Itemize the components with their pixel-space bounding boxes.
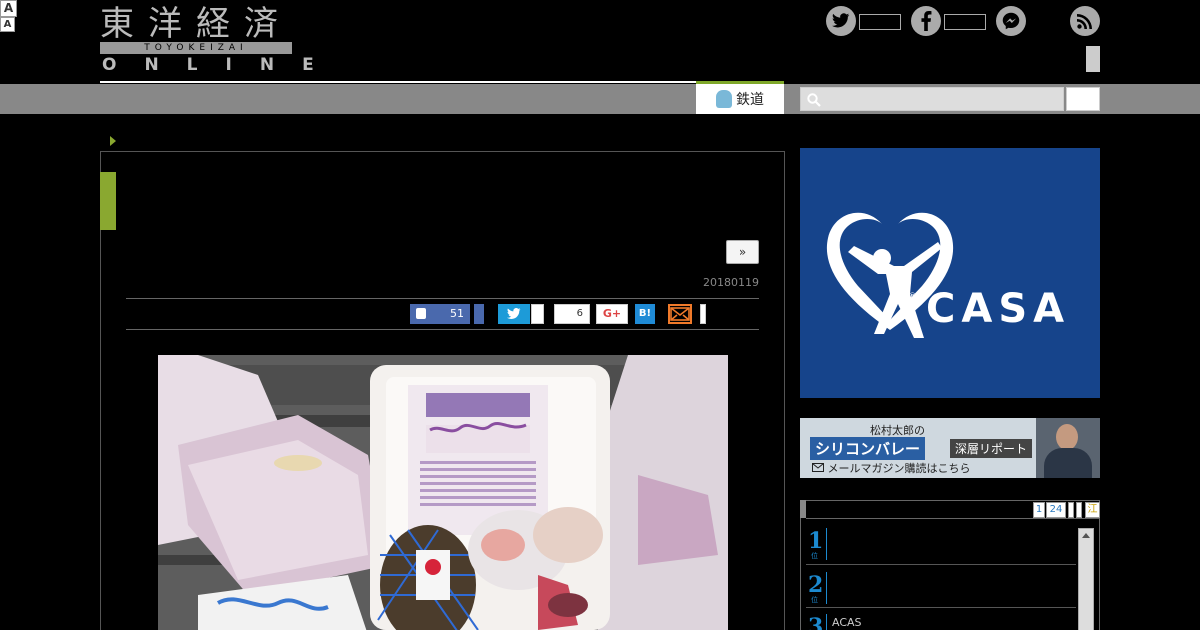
logo-romaji: TOYOKEIZAI xyxy=(100,42,292,54)
railway-icon xyxy=(716,90,732,108)
nav-tab-railway[interactable]: 鉄道 xyxy=(696,81,784,114)
title-accent xyxy=(100,172,116,230)
search-input[interactable] xyxy=(800,87,1064,111)
rank-unit-2: 位 xyxy=(811,596,818,604)
share-count: 6 xyxy=(554,304,590,324)
facebook-like-button[interactable]: 51 xyxy=(410,304,470,324)
page: 東洋経済 TOYOKEIZAI ONLINE 鉄道 » 20180119 51 xyxy=(0,0,1200,630)
google-plus-button[interactable]: G+ xyxy=(596,304,628,324)
twitter-count xyxy=(859,14,901,30)
envelope-icon xyxy=(812,463,824,472)
ad-sv-cta-text: メールマガジン購読はこちら xyxy=(827,462,971,475)
ad-sv-subtitle: 深層リポート xyxy=(950,439,1033,458)
site-logo[interactable]: 東洋経済 TOYOKEIZAI ONLINE xyxy=(100,4,314,75)
ranking-header-rule xyxy=(806,518,1100,519)
ad-sv-author: 松村太郎の xyxy=(870,424,925,437)
ranking-tab-end[interactable]: 江 xyxy=(1085,502,1100,518)
share-rule-top xyxy=(126,298,759,299)
ad-casa-registered: ® xyxy=(908,292,917,302)
hatena-bookmark-button[interactable]: B! xyxy=(635,304,655,324)
search-icon xyxy=(807,93,821,107)
rank-title-3[interactable]: ACAS xyxy=(832,616,862,629)
rank-unit-1: 位 xyxy=(811,552,818,560)
next-page-button[interactable]: » xyxy=(726,240,759,264)
ranking-tab-a[interactable] xyxy=(1068,502,1074,518)
thumbs-up-icon xyxy=(416,308,426,319)
facebook-icon[interactable] xyxy=(911,6,941,36)
nav-tab-label: 鉄道 xyxy=(736,92,764,108)
header-divider xyxy=(100,81,696,83)
ad-banner-silicon-valley[interactable]: 松村太郎の シリコンバレー 深層リポート メールマガジン購読はこちら xyxy=(800,418,1100,478)
ad-sv-title: シリコンバレー xyxy=(810,437,926,460)
ad-banner-casa[interactable]: ® CASA xyxy=(800,148,1100,398)
search-button[interactable] xyxy=(1066,87,1100,111)
ranking-box xyxy=(800,500,1100,630)
ranking-header-accent xyxy=(800,500,806,518)
rank-number-3: 3 xyxy=(808,614,824,630)
mail-button[interactable] xyxy=(668,304,692,324)
logo-kanji: 東洋経済 xyxy=(100,4,292,44)
scroll-up-arrow-icon[interactable] xyxy=(1082,533,1090,538)
tweet-count xyxy=(531,304,544,324)
ranking-tab-24[interactable]: 24 xyxy=(1046,502,1066,518)
header-small-tab[interactable] xyxy=(1086,46,1100,72)
tweet-button[interactable] xyxy=(498,304,530,324)
ranking-tab-b[interactable] xyxy=(1076,502,1082,518)
mail-icon xyxy=(670,307,690,321)
ranking-tab-1[interactable]: 1 xyxy=(1033,502,1045,518)
like-count: 51 xyxy=(450,307,464,320)
facebook-count xyxy=(944,14,986,30)
ad-sv-portrait xyxy=(1036,418,1100,478)
ranking-scrollbar[interactable] xyxy=(1078,528,1094,630)
breadcrumb-arrow-icon xyxy=(110,136,116,146)
font-size-small-button[interactable]: A xyxy=(0,17,15,32)
share-divider xyxy=(700,304,706,324)
facebook-share-button[interactable] xyxy=(474,304,484,324)
messenger-icon[interactable] xyxy=(996,6,1026,36)
share-rule-bottom xyxy=(126,329,759,330)
article-date: 20180119 xyxy=(703,276,759,289)
rss-icon[interactable] xyxy=(1070,6,1100,36)
twitter-icon[interactable] xyxy=(826,6,856,36)
font-size-large-button[interactable]: A xyxy=(0,0,17,17)
twitter-bird-icon xyxy=(507,308,521,320)
ad-sv-cta: メールマガジン購読はこちら xyxy=(812,460,971,476)
article-photo xyxy=(158,355,728,630)
logo-online: ONLINE xyxy=(102,55,342,75)
ad-casa-brand: CASA xyxy=(926,286,1071,332)
